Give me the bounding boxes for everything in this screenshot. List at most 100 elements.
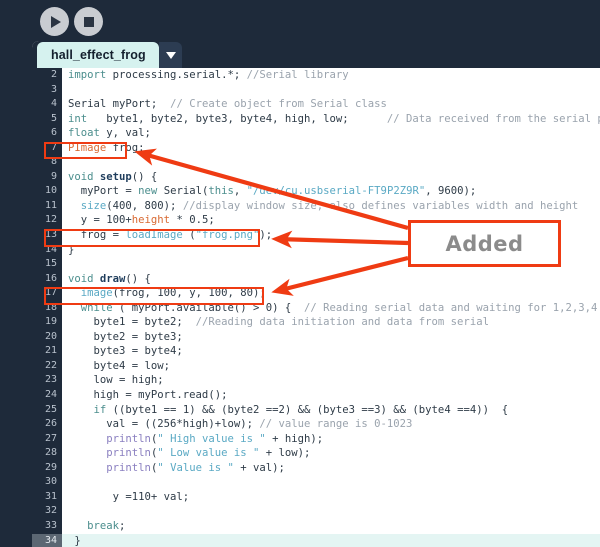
line-number: 18 (32, 300, 62, 316)
code-line[interactable]: 24 high = myPort.read(); (32, 388, 600, 403)
line-number: 17 (32, 286, 62, 301)
line-source (62, 257, 600, 272)
code-line[interactable]: 17 image(frog, 100, y, 100, 80); (32, 286, 600, 301)
line-source: break; (87, 519, 126, 532)
code-line[interactable]: 6 float y, val; (32, 126, 600, 141)
line-number: 16 (32, 271, 62, 287)
sketch-tab-menu-button[interactable] (159, 42, 182, 68)
line-source (62, 155, 600, 170)
code-lines: 2 import processing.serial.*; //Serial li… (32, 68, 600, 547)
line-source: size(400, 800); //display window size, a… (80, 199, 579, 212)
line-source: image(frog, 100, y, 100, 80); (80, 287, 266, 300)
code-line[interactable]: 10 myPort = new Serial(this, "/dev/cu.us… (32, 184, 600, 199)
line-source: byte1 = byte2; //Reading data initiation… (68, 316, 489, 329)
line-source: void setup() { (68, 170, 158, 183)
code-line[interactable]: 11 size(400, 800); //display window size… (32, 198, 600, 214)
line-number: 19 (32, 315, 62, 330)
code-line[interactable]: 32 (32, 504, 600, 519)
stop-button[interactable] (74, 7, 103, 36)
code-line[interactable]: 7 PImage frog; (32, 140, 600, 156)
code-line[interactable]: 9 void setup() { (32, 169, 600, 185)
code-line[interactable]: 8 (32, 155, 600, 170)
line-source: myPort = new Serial(this, "/dev/cu.usbse… (68, 185, 477, 198)
code-line[interactable]: 22 byte4 = low; (32, 358, 600, 374)
line-number: 8 (32, 155, 62, 170)
code-line[interactable]: 3 (32, 82, 600, 98)
code-line[interactable]: 21 byte3 = byte4; (32, 344, 600, 359)
sketch-tab[interactable]: hall_effect_frog (37, 42, 159, 68)
code-line[interactable]: 14} (32, 242, 600, 258)
code-line[interactable]: 13 frog = loadImage ("frog.png"); (32, 228, 600, 243)
line-source: println(" High value is " + high); (106, 432, 324, 445)
line-source: import processing.serial.*; //Serial lib… (68, 69, 349, 81)
code-line[interactable]: 34 } (32, 533, 600, 547)
line-source: high = myPort.read(); (68, 389, 228, 402)
line-number: 21 (32, 344, 62, 359)
code-line[interactable]: 25 if ((byte1 == 1) && (byte2 ==2) && (b… (32, 402, 600, 418)
line-number: 23 (32, 373, 62, 389)
line-number: 22 (32, 358, 62, 374)
line-source: val = ((256*high)+low); // value range i… (68, 418, 413, 431)
line-number: 10 (32, 184, 62, 199)
code-line[interactable]: 2 import processing.serial.*; //Serial li… (32, 68, 600, 83)
line-source (62, 83, 600, 98)
code-line[interactable]: 4 Serial myPort; // Create object from Se… (32, 97, 600, 112)
play-icon (51, 15, 61, 28)
code-line[interactable]: 12 y = 100+height * 0.5; (32, 213, 600, 229)
line-source: } (68, 243, 75, 256)
line-number: 7 (32, 140, 62, 156)
line-number: 24 (32, 388, 62, 403)
code-line[interactable]: 18 while ( myPort.available() > 0) { // … (32, 300, 600, 316)
line-number: 30 (32, 475, 62, 490)
line-number: 6 (32, 126, 62, 141)
line-number: 33 (32, 518, 62, 534)
code-line[interactable]: 15 (32, 257, 600, 272)
code-line[interactable]: 26 val = ((256*high)+low); // value rang… (32, 417, 600, 432)
line-source: byte4 = low; (68, 359, 171, 372)
line-source: PImage frog; (68, 141, 145, 154)
editor-toolbar (0, 0, 600, 44)
code-line[interactable]: 31 y =110+ val; (32, 489, 600, 505)
line-number: 34 (32, 533, 62, 547)
line-number: 32 (32, 504, 62, 519)
line-source (62, 504, 600, 519)
code-line[interactable]: 19 byte1 = byte2; //Reading data initiat… (32, 315, 600, 330)
code-line[interactable]: 27 println(" High value is " + high); (32, 431, 600, 447)
line-number: 25 (32, 402, 62, 418)
line-source: println(" Value is " + val); (106, 461, 285, 474)
line-number: 11 (32, 198, 62, 214)
code-line[interactable]: 16 void draw() { (32, 271, 600, 287)
sketch-tab-strip: hall_effect_frog (32, 41, 600, 68)
code-line[interactable]: 29 println(" Value is " + val); (32, 460, 600, 476)
line-number: 14 (32, 242, 62, 258)
line-number: 13 (32, 228, 62, 243)
line-source: y = 100+height * 0.5; (68, 214, 215, 227)
line-source: while ( myPort.available() > 0) { // Rea… (80, 301, 598, 314)
line-source: int byte1, byte2, byte3, byte4, high, lo… (68, 112, 600, 125)
line-number: 29 (32, 460, 62, 476)
line-source: low = high; (68, 374, 164, 387)
line-number: 31 (32, 489, 62, 505)
code-line[interactable]: 20 byte2 = byte3; (32, 329, 600, 345)
code-editor[interactable]: 2 import processing.serial.*; //Serial li… (32, 68, 600, 547)
line-source: println(" Low value is " + low); (106, 447, 311, 460)
line-source: if ((byte1 == 1) && (byte2 ==2) && (byte… (93, 403, 509, 416)
stop-icon (83, 16, 94, 27)
line-source: Serial myPort; // Create object from Ser… (68, 98, 387, 111)
chevron-down-icon (165, 51, 176, 59)
line-number: 20 (32, 329, 62, 345)
line-source: } (62, 533, 600, 547)
line-number: 3 (32, 82, 62, 98)
run-button[interactable] (40, 7, 69, 36)
line-number: 27 (32, 431, 62, 447)
code-line[interactable]: 30 (32, 475, 600, 490)
line-number: 2 (32, 68, 62, 83)
line-number: 15 (32, 257, 62, 272)
code-line[interactable]: 23 low = high; (32, 373, 600, 389)
code-line[interactable]: 5 int byte1, byte2, byte3, byte4, high, l… (32, 111, 600, 127)
code-line[interactable]: 28 println(" Low value is " + low); (32, 446, 600, 461)
line-source: frog = loadImage ("frog.png"); (68, 229, 273, 242)
editor-panel: hall_effect_frog 2 import processing.seri… (32, 41, 600, 547)
code-line[interactable]: 33 break; (32, 518, 600, 534)
line-number: 4 (32, 97, 62, 112)
